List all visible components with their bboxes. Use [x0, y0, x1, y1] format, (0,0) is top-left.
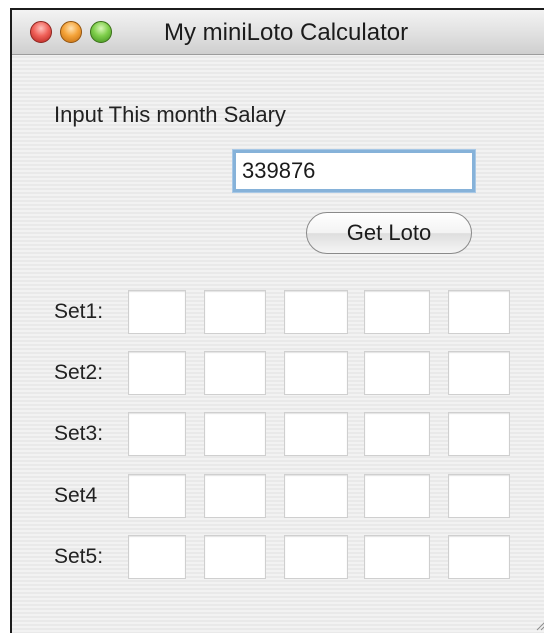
close-button[interactable] — [30, 21, 52, 43]
get-loto-button[interactable]: Get Loto — [306, 212, 472, 254]
set-2-number-1-field[interactable] — [128, 351, 186, 395]
set-5-number-4-field[interactable] — [364, 535, 430, 579]
set-4-number-2-field[interactable] — [204, 474, 266, 518]
set-2-number-5-field[interactable] — [448, 351, 510, 395]
set-3-number-1-field[interactable] — [128, 412, 186, 456]
set-5-number-1-field[interactable] — [128, 535, 186, 579]
set-5-number-2-field[interactable] — [204, 535, 266, 579]
set-2-number-4-field[interactable] — [364, 351, 430, 395]
set-2-number-3-field[interactable] — [284, 351, 348, 395]
set-4-label: Set4 — [54, 484, 98, 507]
resize-grip-icon[interactable] — [534, 617, 544, 631]
screen: My miniLoto Calculator Input This month … — [0, 0, 544, 633]
title-bar[interactable]: My miniLoto Calculator — [12, 10, 544, 55]
set-4-number-4-field[interactable] — [364, 474, 430, 518]
set-5-number-3-field[interactable] — [284, 535, 348, 579]
set-1-number-4-field[interactable] — [364, 290, 430, 334]
set-1-label: Set1: — [54, 300, 104, 323]
set-3-number-3-field[interactable] — [284, 412, 348, 456]
set-1-number-5-field[interactable] — [448, 290, 510, 334]
set-4-number-1-field[interactable] — [128, 474, 186, 518]
set-5-label: Set5: — [54, 545, 104, 568]
set-2-label: Set2: — [54, 361, 104, 384]
set-3-number-2-field[interactable] — [204, 412, 266, 456]
set-2-number-2-field[interactable] — [204, 351, 266, 395]
set-5-number-5-field[interactable] — [448, 535, 510, 579]
salary-input[interactable] — [233, 150, 475, 192]
salary-prompt-label: Input This month Salary — [54, 102, 286, 127]
app-window: My miniLoto Calculator Input This month … — [10, 8, 544, 633]
set-3-label: Set3: — [54, 422, 104, 445]
minimize-button[interactable] — [60, 21, 82, 43]
set-3-number-4-field[interactable] — [364, 412, 430, 456]
zoom-button[interactable] — [90, 21, 112, 43]
set-4-number-5-field[interactable] — [448, 474, 510, 518]
set-1-number-1-field[interactable] — [128, 290, 186, 334]
set-1-number-2-field[interactable] — [204, 290, 266, 334]
set-4-number-3-field[interactable] — [284, 474, 348, 518]
window-title: My miniLoto Calculator — [164, 19, 409, 46]
set-1-number-3-field[interactable] — [284, 290, 348, 334]
set-3-number-5-field[interactable] — [448, 412, 510, 456]
